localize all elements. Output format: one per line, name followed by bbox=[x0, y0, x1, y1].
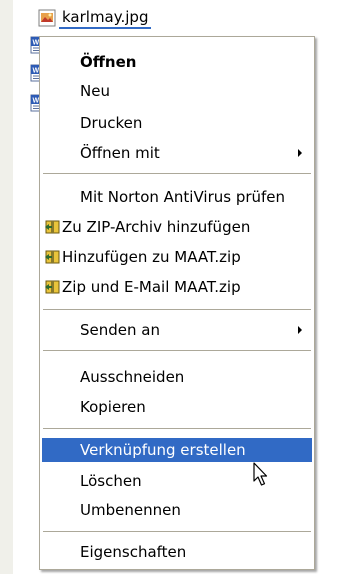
menu-item-new[interactable]: Neu bbox=[42, 79, 312, 103]
menu-item-label: Hinzufügen zu MAAT.zip bbox=[62, 248, 241, 266]
menu-item-label: Zip und E-Mail MAAT.zip bbox=[62, 278, 241, 296]
menu-separator bbox=[43, 309, 311, 310]
file-item-karlmay[interactable]: karlmay.jpg bbox=[38, 6, 152, 30]
menu-item-zip-add[interactable]: Zu ZIP-Archiv hinzufügen bbox=[42, 215, 312, 239]
menu-item-rename[interactable]: Umbenennen bbox=[42, 498, 312, 522]
winzip-icon bbox=[45, 250, 60, 264]
menu-item-label: Senden an bbox=[80, 321, 160, 339]
context-menu: Öffnen Neu Drucken Öffnen mit Mit Norton… bbox=[39, 36, 315, 570]
menu-item-zip-mail[interactable]: Zip und E-Mail MAAT.zip bbox=[42, 275, 312, 299]
menu-item-label: Öffnen mit bbox=[80, 144, 160, 162]
menu-item-label: Mit Norton AntiVirus prüfen bbox=[80, 188, 286, 206]
menu-item-label: Umbenennen bbox=[80, 501, 181, 519]
menu-item-create-shortcut[interactable]: Verknüpfung erstellen bbox=[42, 438, 312, 462]
winzip-icon bbox=[45, 280, 60, 294]
menu-item-label: Kopieren bbox=[80, 398, 146, 416]
menu-item-label: Neu bbox=[80, 82, 110, 100]
menu-item-open[interactable]: Öffnen bbox=[42, 50, 312, 74]
menu-item-label: Ausschneiden bbox=[80, 368, 185, 386]
mouse-pointer-icon bbox=[253, 462, 268, 486]
menu-item-delete[interactable]: Löschen bbox=[42, 469, 312, 493]
menu-separator bbox=[43, 428, 311, 429]
menu-item-zip-add-maat[interactable]: Hinzufügen zu MAAT.zip bbox=[42, 245, 312, 269]
menu-item-label: Zu ZIP-Archiv hinzufügen bbox=[62, 218, 251, 236]
menu-separator bbox=[43, 350, 311, 351]
explorer-pane-edge bbox=[0, 0, 13, 574]
menu-item-label: Verknüpfung erstellen bbox=[80, 441, 246, 459]
menu-item-label: Löschen bbox=[80, 472, 142, 490]
menu-item-norton-scan[interactable]: Mit Norton AntiVirus prüfen bbox=[42, 185, 312, 209]
menu-item-properties[interactable]: Eigenschaften bbox=[42, 540, 312, 564]
jpg-file-icon bbox=[38, 9, 56, 27]
menu-item-label: Öffnen bbox=[80, 53, 137, 71]
menu-separator bbox=[43, 531, 311, 532]
winzip-icon bbox=[45, 220, 60, 234]
menu-item-send-to[interactable]: Senden an bbox=[42, 318, 312, 342]
menu-item-cut[interactable]: Ausschneiden bbox=[42, 365, 312, 389]
menu-item-label: Drucken bbox=[80, 114, 143, 132]
file-name[interactable]: karlmay.jpg bbox=[59, 7, 152, 29]
menu-item-copy[interactable]: Kopieren bbox=[42, 395, 312, 419]
menu-separator bbox=[43, 173, 311, 174]
submenu-arrow-icon bbox=[298, 149, 302, 157]
submenu-arrow-icon bbox=[298, 326, 302, 334]
menu-item-label: Eigenschaften bbox=[80, 543, 187, 561]
menu-item-open-with[interactable]: Öffnen mit bbox=[42, 141, 312, 165]
menu-item-print[interactable]: Drucken bbox=[42, 111, 312, 135]
